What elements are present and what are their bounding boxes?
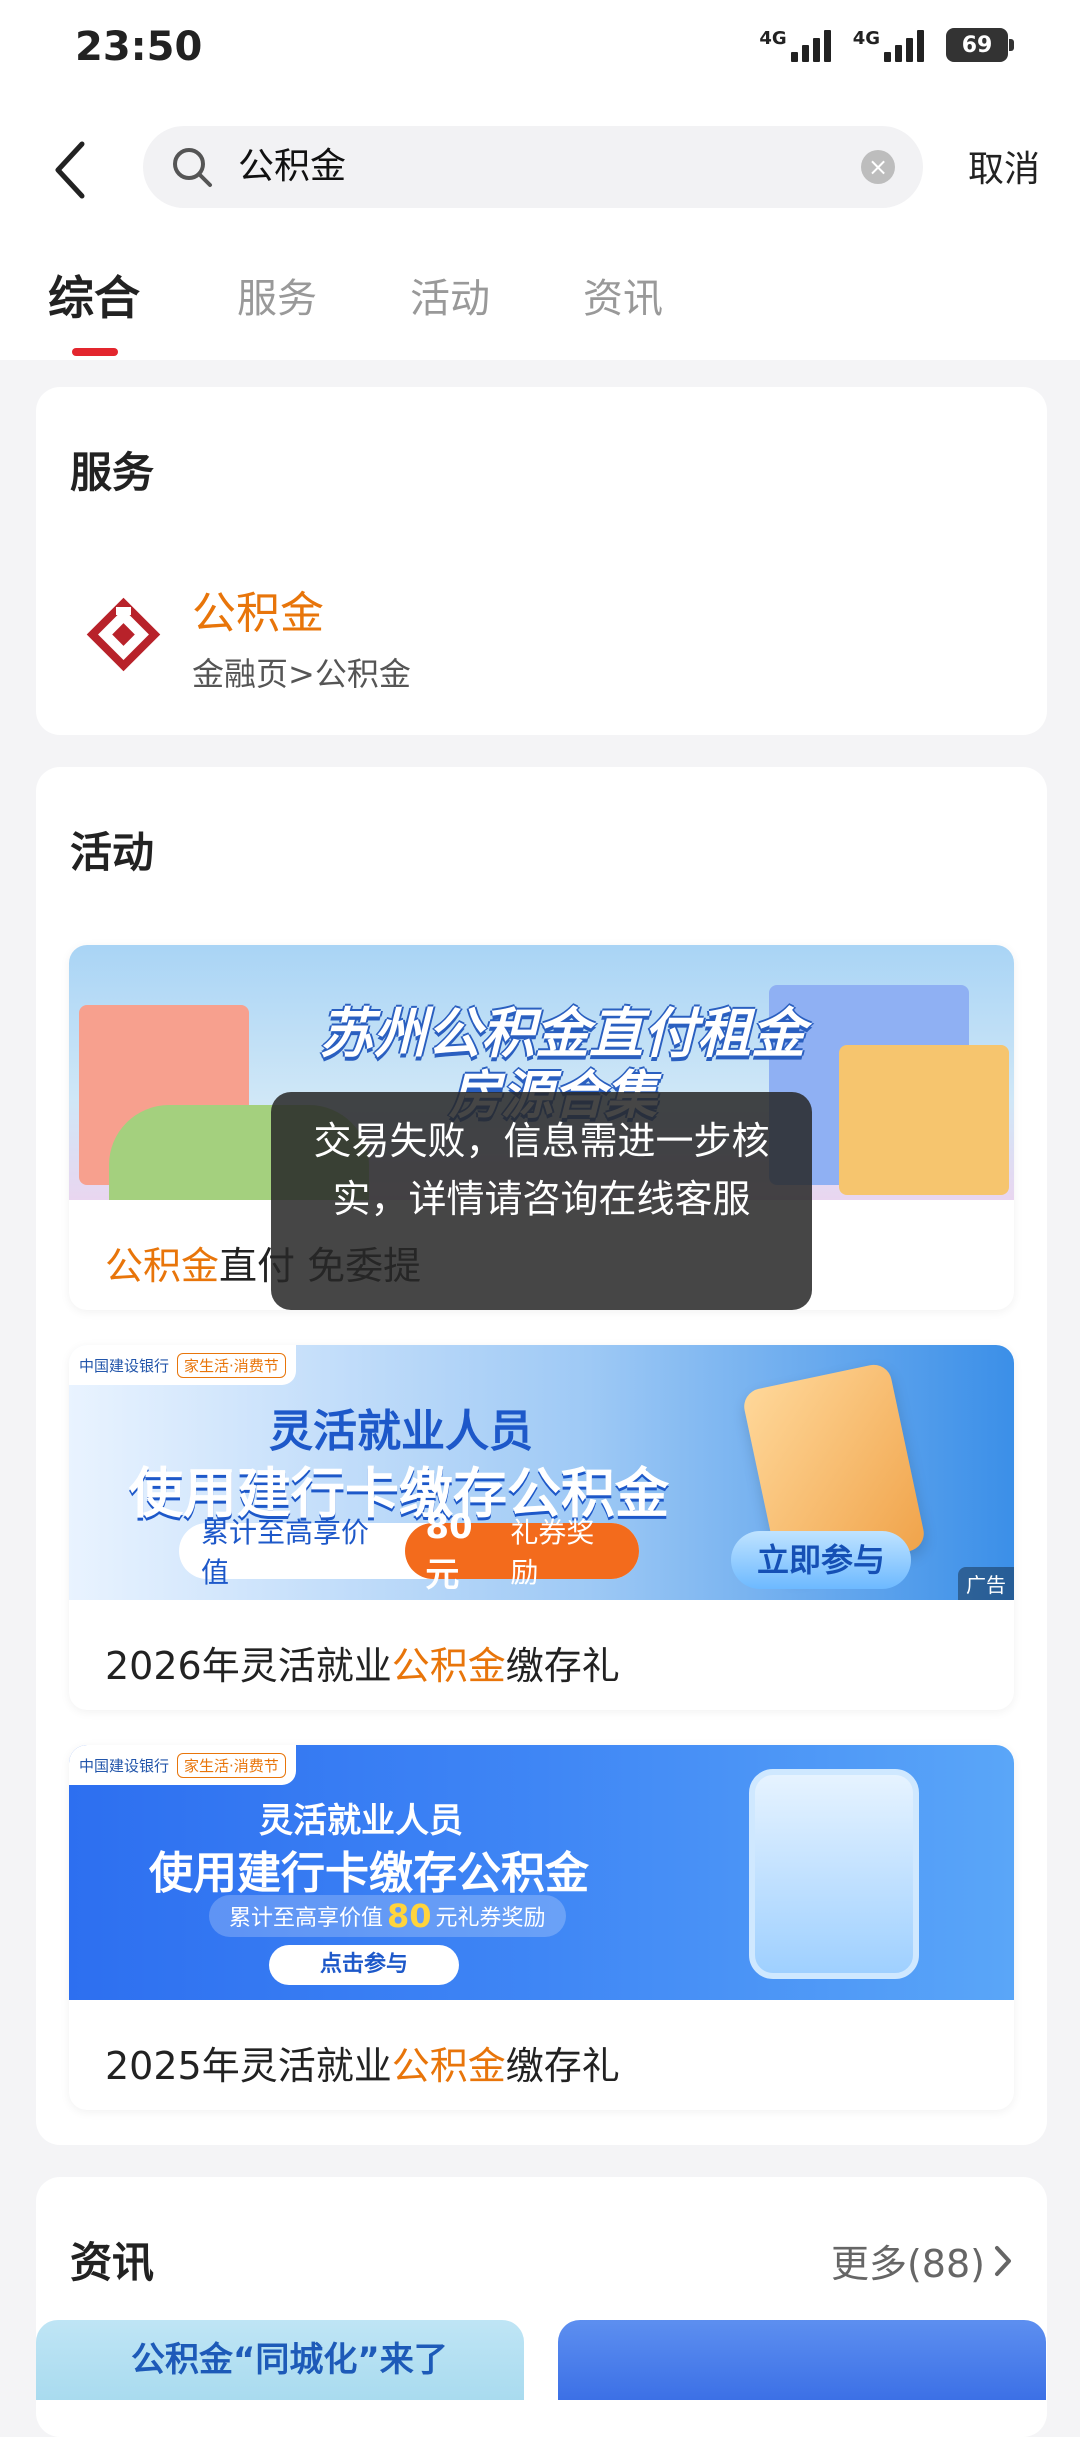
services-card: 服务 公积金 金融页>公积金 (36, 387, 1047, 735)
more-news-link[interactable]: 更多(88) (831, 2233, 1013, 2288)
news-thumbnail[interactable] (558, 2320, 1046, 2400)
activity-banner: 中国建设银行 家生活·消费节 灵活就业人员 使用建行卡缴存公积金 累计至高享价值… (69, 1345, 1014, 1600)
activity-banner: 中国建设银行 家生活·消费节 灵活就业人员 使用建行卡缴存公积金 累计至高享价值… (69, 1745, 1014, 2000)
news-thumb-text: 公积金“同城化”来了 (131, 2340, 448, 2380)
signal-icon (884, 28, 924, 62)
tab-news[interactable]: 资讯 (583, 266, 663, 324)
back-button[interactable] (40, 130, 100, 210)
tab-indicator (72, 348, 118, 356)
clear-search-button[interactable]: × (861, 150, 895, 184)
search-icon (173, 148, 212, 187)
reward-pill: 累计至高享价值 80 元礼券奖励 (209, 1895, 566, 1937)
news-title: 资讯 (70, 2238, 155, 2287)
activity-item[interactable]: 中国建设银行 家生活·消费节 灵活就业人员 使用建行卡缴存公积金 累计至高享价值… (69, 1745, 1014, 2110)
banner-line1: 灵活就业人员 (259, 1801, 463, 1841)
status-icons: 4G 4G 69 (759, 28, 1014, 62)
battery-icon: 69 (946, 28, 1014, 62)
activity-title: 2026年灵活就业公积金缴存礼 (105, 1644, 620, 1688)
top-bar: 23:50 4G 4G 69 公积金 × 取消 综合 服务 活动 资讯 (0, 0, 1080, 360)
festival-tag: 家生活·消费节 (177, 1752, 286, 1778)
phone-illustration (749, 1769, 919, 1979)
battery-level: 69 (961, 32, 993, 58)
search-box[interactable]: 公积金 × (143, 126, 923, 208)
housing-fund-logo-icon (86, 597, 161, 672)
service-path: 金融页>公积金 (192, 655, 411, 693)
tab-activities[interactable]: 活动 (410, 266, 490, 324)
chevron-left-icon (55, 141, 85, 199)
house-illustration (839, 1045, 1009, 1195)
signal-icon (790, 28, 831, 62)
activity-title: 2025年灵活就业公积金缴存礼 (105, 2044, 620, 2088)
bank-name: 中国建设银行 (79, 1756, 170, 1775)
cancel-button[interactable]: 取消 (968, 140, 1040, 192)
network-type-1: 4G (759, 28, 787, 49)
activities-title: 活动 (70, 828, 155, 877)
news-thumbnail[interactable]: 公积金“同城化”来了 (36, 2320, 524, 2400)
bank-tag: 中国建设银行 家生活·消费节 (69, 1345, 296, 1385)
bank-tag: 中国建设银行 家生活·消费节 (69, 1745, 296, 1785)
network-type-2: 4G (852, 28, 880, 49)
error-toast: 交易失败，信息需进一步核实，详情请咨询在线客服 (271, 1092, 812, 1310)
services-title: 服务 (70, 448, 155, 497)
join-now-button[interactable]: 立即参与 (731, 1531, 911, 1589)
tab-services[interactable]: 服务 (237, 266, 317, 324)
bank-name: 中国建设银行 (79, 1356, 170, 1375)
banner-line2: 使用建行卡缴存公积金 (149, 1848, 589, 1899)
tab-comprehensive[interactable]: 综合 (48, 262, 140, 328)
service-name: 公积金 (192, 588, 324, 639)
activity-item[interactable]: 中国建设银行 家生活·消费节 灵活就业人员 使用建行卡缴存公积金 累计至高享价值… (69, 1345, 1014, 1710)
status-time: 23:50 (75, 24, 203, 70)
reward-pill: 累计至高享价值 80元 礼券奖励 (179, 1507, 639, 1595)
chevron-right-icon (995, 2245, 1011, 2276)
festival-tag: 家生活·消费节 (177, 1352, 286, 1378)
close-icon: × (867, 153, 889, 181)
ad-badge: 广告 (958, 1567, 1014, 1600)
activities-card: 活动 苏州公积金直付租金 房源合集 公积金直付 免委提 中国建设银行 家生活·消… (36, 767, 1047, 2145)
search-input[interactable]: 公积金 (238, 144, 346, 190)
click-join-button[interactable]: 点击参与 (269, 1945, 459, 1985)
